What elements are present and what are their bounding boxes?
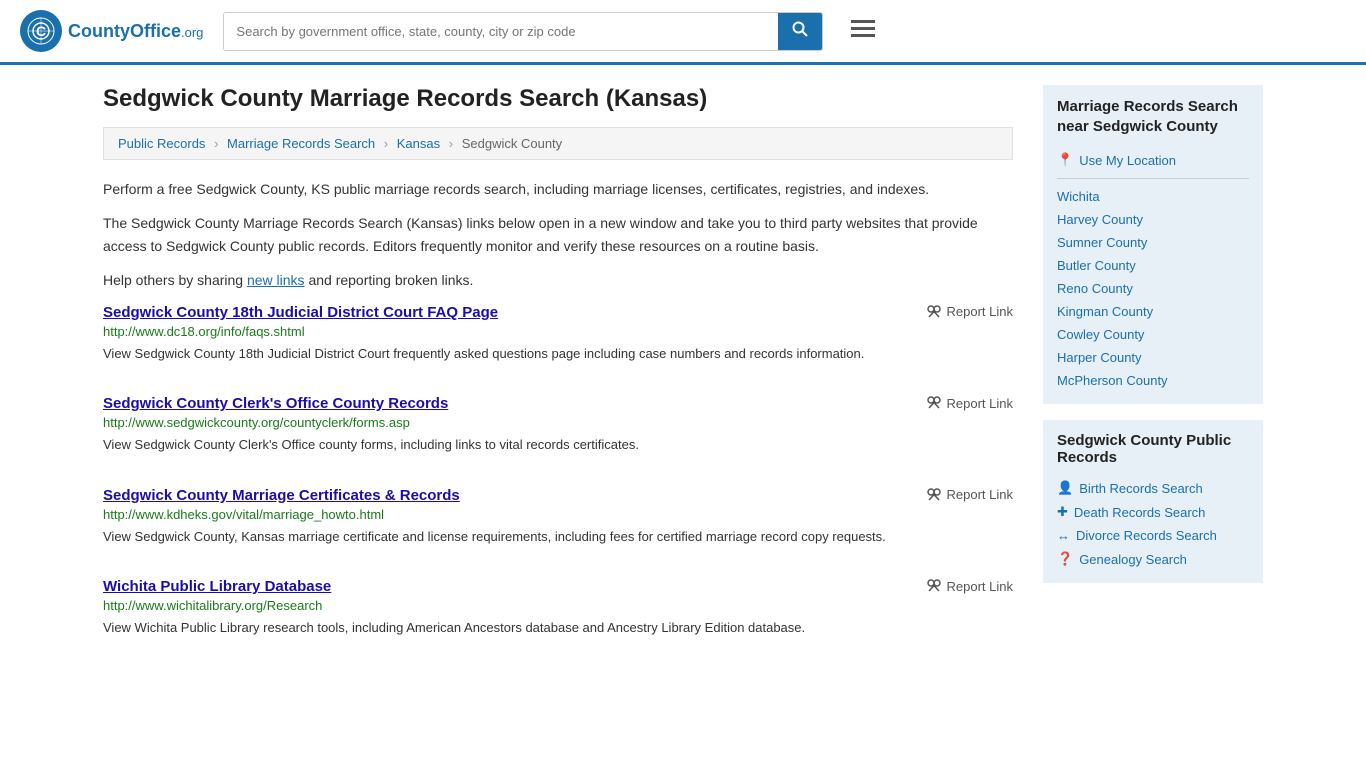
site-header: C CountyOffice.org xyxy=(0,0,1366,65)
record-item: Sedgwick County Marriage Certificates & … xyxy=(103,487,1013,557)
desc-para3-prefix: Help others by sharing xyxy=(103,272,247,288)
sidebar-pub-link-2[interactable]: ↔ Divorce Records Search xyxy=(1057,524,1249,547)
logo-link[interactable]: C CountyOffice.org xyxy=(20,10,203,52)
description-para3: Help others by sharing new links and rep… xyxy=(103,269,1013,291)
record-item: Wichita Public Library Database Report L… xyxy=(103,578,1013,648)
record-item: Sedgwick County 18th Judicial District C… xyxy=(103,304,1013,374)
sidebar-nearby-3[interactable]: Butler County xyxy=(1057,254,1249,277)
record-url-2: http://www.kdheks.gov/vital/marriage_how… xyxy=(103,507,1013,522)
sidebar-pub-link-1[interactable]: ✚ Death Records Search xyxy=(1057,500,1249,524)
record-desc-1: View Sedgwick County Clerk's Office coun… xyxy=(103,435,1013,455)
record-url-1: http://www.sedgwickcounty.org/countycler… xyxy=(103,415,1013,430)
page-title: Sedgwick County Marriage Records Search … xyxy=(103,85,1013,113)
search-bar xyxy=(223,12,823,51)
record-item-header: Sedgwick County Clerk's Office County Re… xyxy=(103,395,1013,412)
description-para1: Perform a free Sedgwick County, KS publi… xyxy=(103,178,1013,200)
record-desc-0: View Sedgwick County 18th Judicial Distr… xyxy=(103,344,1013,364)
report-link-2[interactable]: Report Link xyxy=(926,487,1013,503)
breadcrumb-sep-2: › xyxy=(384,136,388,151)
sidebar-nearby-section: Marriage Records Search near Sedgwick Co… xyxy=(1043,85,1263,404)
sidebar-nearby-8[interactable]: McPherson County xyxy=(1057,369,1249,392)
sidebar-nearby-2[interactable]: Sumner County xyxy=(1057,231,1249,254)
sidebar-public-records-section: Sedgwick County Public Records 👤 Birth Re… xyxy=(1043,420,1263,583)
breadcrumb-public-records[interactable]: Public Records xyxy=(118,136,205,151)
sidebar-nearby-title: Marriage Records Search near Sedgwick Co… xyxy=(1057,97,1249,136)
record-desc-3: View Wichita Public Library research too… xyxy=(103,618,1013,638)
sidebar-nearby-4[interactable]: Reno County xyxy=(1057,277,1249,300)
report-link-0[interactable]: Report Link xyxy=(926,304,1013,320)
main-container: Sedgwick County Marriage Records Search … xyxy=(83,65,1283,690)
breadcrumb-current: Sedgwick County xyxy=(462,136,562,151)
pub-link-icon-3: ❓ xyxy=(1057,551,1073,567)
record-desc-2: View Sedgwick County, Kansas marriage ce… xyxy=(103,527,1013,547)
content-area: Sedgwick County Marriage Records Search … xyxy=(103,85,1013,670)
search-button[interactable] xyxy=(778,13,822,50)
sidebar-pub-link-3[interactable]: ❓ Genealogy Search xyxy=(1057,547,1249,571)
sidebar-divider xyxy=(1057,178,1249,179)
logo-org: .org xyxy=(181,25,203,40)
search-input[interactable] xyxy=(224,13,778,50)
breadcrumb: Public Records › Marriage Records Search… xyxy=(103,127,1013,160)
scissors-icon xyxy=(926,395,942,411)
logo-icon: C xyxy=(20,10,62,52)
record-title-0[interactable]: Sedgwick County 18th Judicial District C… xyxy=(103,304,498,321)
pub-link-label-0: Birth Records Search xyxy=(1079,481,1203,496)
description-para2: The Sedgwick County Marriage Records Sea… xyxy=(103,212,1013,257)
record-url-0: http://www.dc18.org/info/faqs.shtml xyxy=(103,324,1013,339)
report-link-3[interactable]: Report Link xyxy=(926,578,1013,594)
record-item-header: Wichita Public Library Database Report L… xyxy=(103,578,1013,595)
nearby-links: WichitaHarvey CountySumner CountyButler … xyxy=(1057,185,1249,392)
location-icon: 📍 xyxy=(1057,152,1073,168)
use-location-label: Use My Location xyxy=(1079,153,1176,168)
pub-link-label-2: Divorce Records Search xyxy=(1076,528,1217,543)
public-records-links: 👤 Birth Records Search ✚ Death Records Sear… xyxy=(1057,476,1249,571)
sidebar-nearby-6[interactable]: Cowley County xyxy=(1057,323,1249,346)
scissors-icon xyxy=(926,304,942,320)
new-links-link[interactable]: new links xyxy=(247,272,305,288)
pub-link-icon-1: ✚ xyxy=(1057,504,1068,520)
record-title-3[interactable]: Wichita Public Library Database xyxy=(103,578,331,595)
desc-para3-suffix: and reporting broken links. xyxy=(305,272,474,288)
pub-link-icon-2: ↔ xyxy=(1057,528,1070,543)
logo-name: CountyOffice xyxy=(68,21,181,41)
record-item: Sedgwick County Clerk's Office County Re… xyxy=(103,395,1013,465)
scissors-icon xyxy=(926,578,942,594)
report-link-1[interactable]: Report Link xyxy=(926,395,1013,411)
breadcrumb-sep-3: › xyxy=(449,136,453,151)
sidebar-nearby-0[interactable]: Wichita xyxy=(1057,185,1249,208)
sidebar-nearby-1[interactable]: Harvey County xyxy=(1057,208,1249,231)
record-item-header: Sedgwick County Marriage Certificates & … xyxy=(103,487,1013,504)
sidebar: Marriage Records Search near Sedgwick Co… xyxy=(1043,85,1263,670)
sidebar-public-records-title: Sedgwick County Public Records xyxy=(1057,432,1249,466)
breadcrumb-marriage-records[interactable]: Marriage Records Search xyxy=(227,136,375,151)
pub-link-icon-0: 👤 xyxy=(1057,480,1073,496)
pub-link-label-3: Genealogy Search xyxy=(1079,552,1187,567)
pub-link-label-1: Death Records Search xyxy=(1074,505,1206,520)
sidebar-nearby-7[interactable]: Harper County xyxy=(1057,346,1249,369)
menu-button[interactable] xyxy=(851,18,875,44)
record-title-2[interactable]: Sedgwick County Marriage Certificates & … xyxy=(103,487,460,504)
record-item-header: Sedgwick County 18th Judicial District C… xyxy=(103,304,1013,321)
record-url-3: http://www.wichitalibrary.org/Research xyxy=(103,598,1013,613)
record-title-1[interactable]: Sedgwick County Clerk's Office County Re… xyxy=(103,395,448,412)
sidebar-use-location[interactable]: 📍 Use My Location xyxy=(1057,148,1249,172)
sidebar-nearby-5[interactable]: Kingman County xyxy=(1057,300,1249,323)
scissors-icon xyxy=(926,487,942,503)
logo-text: CountyOffice.org xyxy=(68,21,203,42)
breadcrumb-kansas[interactable]: Kansas xyxy=(397,136,440,151)
records-list: Sedgwick County 18th Judicial District C… xyxy=(103,304,1013,648)
breadcrumb-sep-1: › xyxy=(214,136,218,151)
sidebar-pub-link-0[interactable]: 👤 Birth Records Search xyxy=(1057,476,1249,500)
